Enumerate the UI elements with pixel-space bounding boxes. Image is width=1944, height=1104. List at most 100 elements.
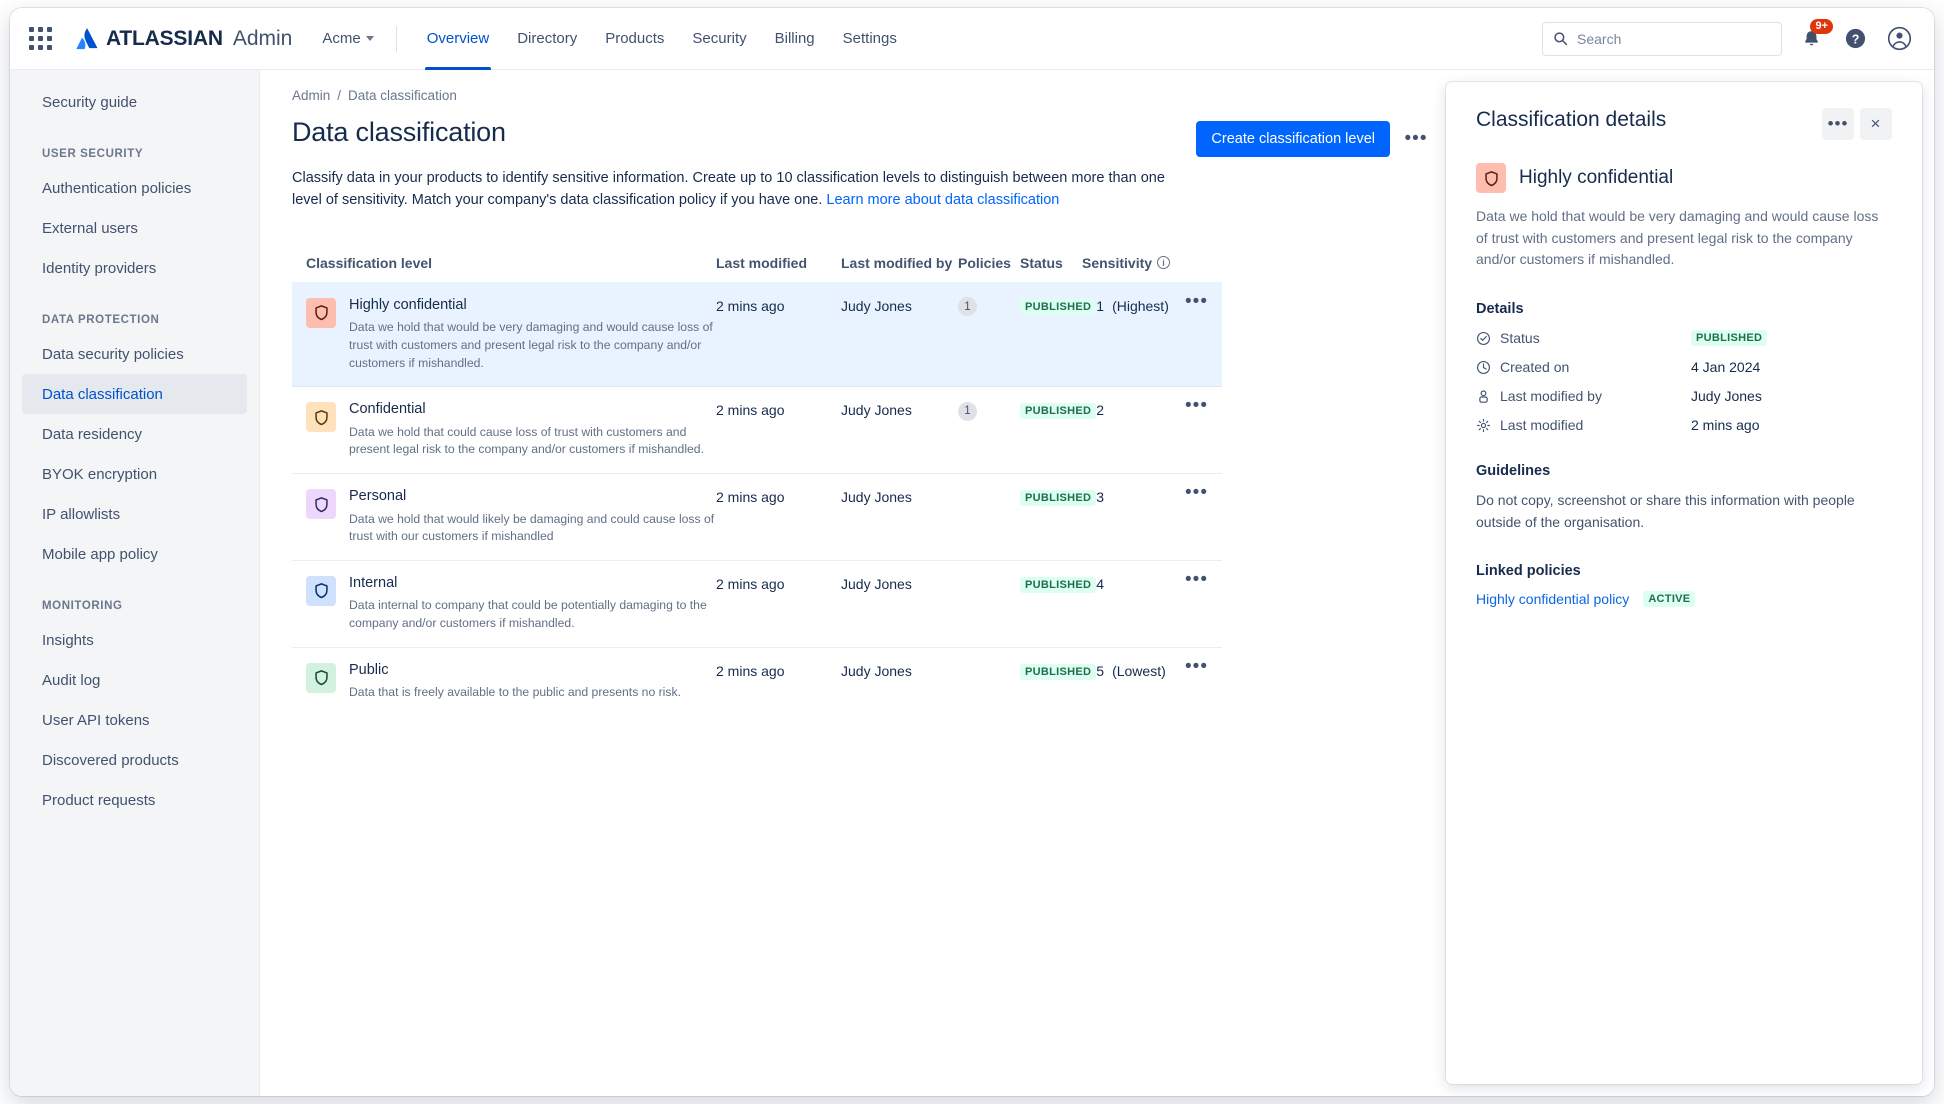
column-header-sensitivity: Sensitivity i xyxy=(1082,255,1208,271)
nav-label: Billing xyxy=(774,30,815,47)
table-row[interactable]: Highly confidential Data we hold that wo… xyxy=(292,281,1222,387)
nav-item-overview[interactable]: Overview xyxy=(415,8,502,70)
cell-status: PUBLISHED xyxy=(1020,297,1097,315)
breadcrumb-admin[interactable]: Admin xyxy=(292,88,330,103)
table-row[interactable]: Personal Data we hold that would likely … xyxy=(292,473,1222,560)
sidebar-item-ip-allowlists[interactable]: IP allowlists xyxy=(22,494,247,534)
column-header-policies: Policies xyxy=(958,254,1011,271)
cell-classification-level: Personal Data we hold that would likely … xyxy=(306,488,716,546)
cell-status: PUBLISHED xyxy=(1020,575,1097,593)
search-placeholder: Search xyxy=(1577,30,1622,47)
breadcrumb-separator: / xyxy=(337,88,342,103)
brand-name-secondary: Admin xyxy=(232,26,293,50)
row-more-actions-button[interactable]: ••• xyxy=(1174,484,1208,502)
row-more-actions-button[interactable]: ••• xyxy=(1174,292,1208,310)
sidebar-item-insights[interactable]: Insights xyxy=(22,620,247,660)
atlassian-admin-logo[interactable]: ATLASSIAN Admin xyxy=(76,27,292,51)
table-row[interactable]: Confidential Data we hold that could cau… xyxy=(292,386,1222,473)
linked-policy-link[interactable]: Highly confidential policy xyxy=(1476,591,1629,607)
column-header-classification-level: Classification level xyxy=(306,254,433,271)
panel-details-heading: Details xyxy=(1476,301,1524,318)
panel-level-heading: Highly confidential xyxy=(1476,162,1892,193)
panel-title: Classification details xyxy=(1476,108,1667,131)
column-header-status: Status xyxy=(1020,254,1063,271)
sidebar-item-label: Data security policies xyxy=(42,345,184,363)
classification-levels-table: Classification level Last modified Last … xyxy=(292,244,1222,716)
nav-item-settings[interactable]: Settings xyxy=(831,8,909,70)
detail-row-created-on: Created on 4 Jan 2024 xyxy=(1476,359,1892,375)
panel-linked-policies-heading: Linked policies xyxy=(1476,563,1581,580)
sidebar-group-data-protection: DATA PROTECTION xyxy=(42,314,160,326)
page-content: Admin / Data classification Data classif… xyxy=(260,70,1474,716)
org-switcher[interactable]: Acme xyxy=(322,30,374,47)
row-more-actions-button[interactable]: ••• xyxy=(1174,397,1208,415)
learn-more-link[interactable]: Learn more about data classification xyxy=(826,192,1059,208)
page-more-actions-button[interactable]: ••• xyxy=(1398,121,1434,157)
nav-item-security[interactable]: Security xyxy=(680,8,758,70)
shield-icon xyxy=(306,662,336,693)
sensitivity-value: 5 xyxy=(1096,662,1105,679)
sidebar-item-data-classification[interactable]: Data classification xyxy=(22,374,247,414)
shield-icon xyxy=(306,297,336,328)
status-badge: PUBLISHED xyxy=(1020,576,1097,593)
notifications-button[interactable]: 9+ xyxy=(1796,18,1833,54)
sidebar-item-data-security-policies[interactable]: Data security policies xyxy=(22,334,247,374)
cell-last-modified: 2 mins ago xyxy=(716,662,785,679)
sidebar-group-user-security: USER SECURITY xyxy=(42,148,144,160)
sidebar-item-label: Product requests xyxy=(42,791,156,809)
sidebar-item-user-api-tokens[interactable]: User API tokens xyxy=(22,700,247,740)
sidebar-group-monitoring: MONITORING xyxy=(42,600,123,612)
cell-sensitivity: 2 xyxy=(1096,401,1174,418)
breadcrumb: Admin / Data classification xyxy=(292,88,1434,103)
detail-label: Last modified xyxy=(1476,417,1691,433)
close-icon[interactable]: × xyxy=(1860,108,1892,140)
app-switcher-icon[interactable] xyxy=(28,26,54,52)
breadcrumb-current: Data classification xyxy=(348,88,457,103)
sidebar-item-mobile-app-policy[interactable]: Mobile app policy xyxy=(22,534,247,574)
cell-last-modified-by: Judy Jones xyxy=(841,297,912,314)
panel-more-actions-button[interactable]: ••• xyxy=(1822,108,1854,140)
nav-item-products[interactable]: Products xyxy=(593,8,676,70)
help-button[interactable]: ? xyxy=(1840,24,1870,54)
table-row[interactable]: Internal Data internal to company that c… xyxy=(292,559,1222,647)
nav-item-directory[interactable]: Directory xyxy=(505,8,589,70)
status-badge: PUBLISHED xyxy=(1020,403,1097,420)
sensitivity-value: 4 xyxy=(1096,575,1105,592)
sidebar-item-byok-encryption[interactable]: BYOK encryption xyxy=(22,454,247,494)
primary-nav: Overview Directory Products Security Bil… xyxy=(415,8,909,70)
info-icon[interactable]: i xyxy=(1157,256,1171,270)
nav-label: Products xyxy=(605,30,665,47)
row-more-actions-button[interactable]: ••• xyxy=(1174,570,1208,588)
row-more-actions-button[interactable]: ••• xyxy=(1174,657,1208,675)
nav-label: Directory xyxy=(517,30,578,47)
sidebar-item-product-requests[interactable]: Product requests xyxy=(22,780,247,820)
page-title: Data classification xyxy=(292,117,506,147)
search-input[interactable]: Search xyxy=(1542,21,1782,56)
sidebar-item-identity-providers[interactable]: Identity providers xyxy=(22,248,247,288)
sidebar-item-audit-log[interactable]: Audit log xyxy=(22,660,247,700)
sidebar-item-authentication-policies[interactable]: Authentication policies xyxy=(22,168,247,208)
sidebar-item-data-residency[interactable]: Data residency xyxy=(22,414,247,454)
column-header-last-modified-by: Last modified by xyxy=(841,254,953,271)
table-row[interactable]: Public Data that is freely available to … xyxy=(292,646,1222,716)
level-description: Data we hold that would be very damaging… xyxy=(349,320,713,370)
cell-last-modified: 2 mins ago xyxy=(716,489,785,506)
cell-classification-level: Internal Data internal to company that c… xyxy=(306,575,716,633)
cell-classification-level: Confidential Data we hold that could cau… xyxy=(306,401,716,459)
detail-label: Created on xyxy=(1476,359,1691,375)
account-button[interactable] xyxy=(1884,24,1914,54)
sidebar-item-external-users[interactable]: External users xyxy=(22,208,247,248)
detail-value: 4 Jan 2024 xyxy=(1691,359,1761,376)
policies-count-badge: 1 xyxy=(958,297,977,317)
sidebar-item-discovered-products[interactable]: Discovered products xyxy=(22,740,247,780)
check-circle-icon xyxy=(1477,331,1490,345)
cell-last-modified-by: Judy Jones xyxy=(841,662,912,679)
sidebar-item-label: User API tokens xyxy=(42,711,150,729)
create-classification-level-button[interactable]: Create classification level xyxy=(1196,121,1390,157)
nav-item-billing[interactable]: Billing xyxy=(763,8,827,70)
atlassian-logo-icon xyxy=(76,28,98,49)
cell-last-modified: 2 mins ago xyxy=(716,297,785,314)
cell-policies: 1 xyxy=(958,297,1020,317)
sidebar-item-security-guide[interactable]: Security guide xyxy=(22,82,247,122)
detail-value: 2 mins ago xyxy=(1691,417,1760,434)
